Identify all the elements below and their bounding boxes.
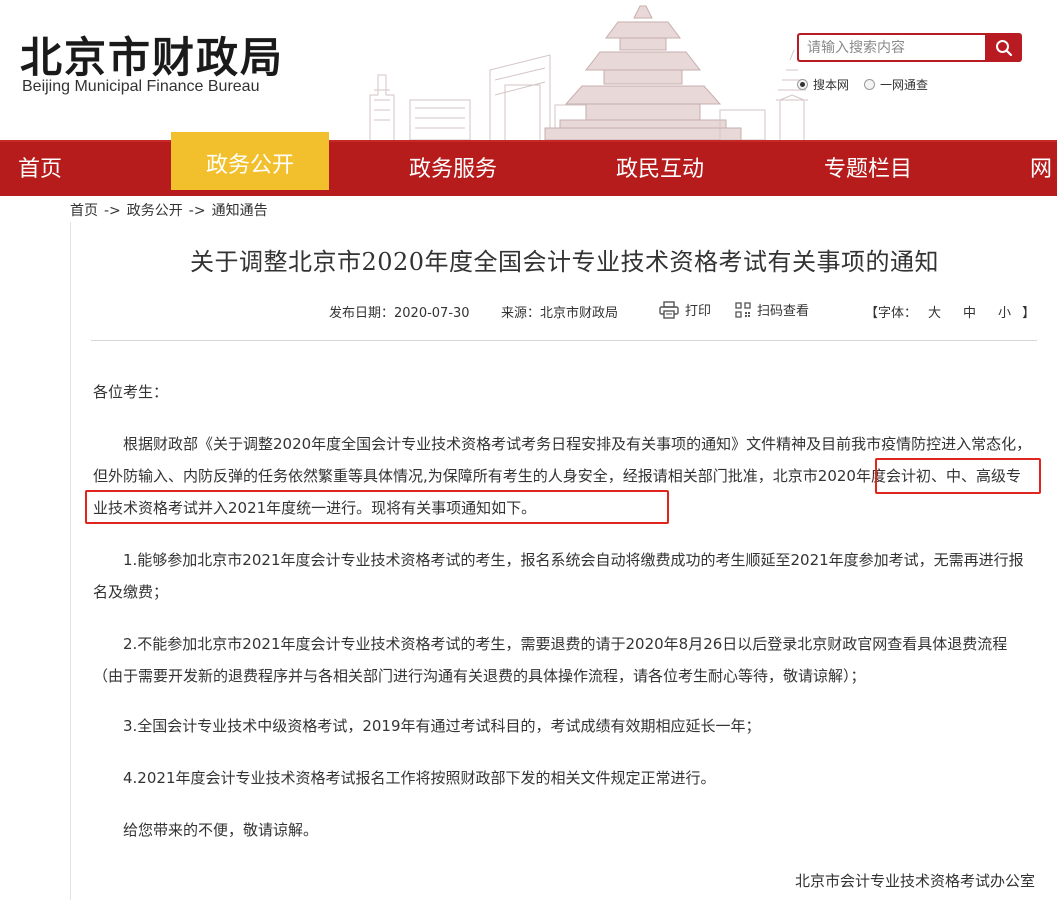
scope-label: 搜本网 [813,78,850,92]
font-size-medium[interactable]: 中 [963,306,976,321]
nav-item-services[interactable]: 政务服务 [409,142,497,198]
radio-icon [864,79,875,90]
main-nav: 首页 政务公开 政务服务 政民互动 专题栏目 网 [0,132,1057,198]
nav-item-government-affairs[interactable]: 政务公开 [171,132,329,190]
highlight-box [85,490,669,524]
paragraph-item-1: 1.能够参加北京市2021年度会计专业技术资格考试的考生，报名系统会自动将缴费成… [93,551,1024,601]
paragraph-item-4: 4.2021年度会计专业技术资格考试报名工作将按照财政部下发的相关文件规定正常进… [123,769,716,787]
scope-option-all[interactable]: 一网通查 [864,76,928,93]
breadcrumb-separator: -> [104,203,121,219]
nav-item-topics[interactable]: 专题栏目 [824,142,912,198]
article-source: 来源：北京市财政局 [501,306,619,321]
print-button[interactable]: 打印 [659,300,711,319]
qr-code-icon [735,301,751,318]
greeting: 各位考生： [93,383,169,401]
site-title[interactable]: 北京市财政局 [20,24,284,85]
skyline-illustration [369,5,808,140]
search-input[interactable] [799,35,986,60]
highlight-box [875,458,1041,494]
scope-label: 一网通查 [880,78,929,92]
site-header: 北京市财政局 Beijing Municipal Finance Bureau [0,0,1057,140]
search-icon [995,39,1012,56]
radio-selected-icon [797,79,808,90]
signature: 北京市会计专业技术资格考试办公室 [794,872,1035,890]
paragraph-item-2: 2.不能参加北京市2021年度会计专业技术资格考试的考生，需要退费的请于2020… [93,635,1008,685]
breadcrumb: 首页 -> 政务公开 -> 通知通告 [70,200,268,220]
page-title: 关于调整北京市2020年度全国会计专业技术资格考试有关事项的通知 [189,248,940,276]
font-size-control: 【字体： 大 中 小】 [865,302,1035,321]
divider [91,340,1037,341]
font-size-close: 】 [1022,306,1036,321]
font-size-small[interactable]: 小 [998,306,1011,321]
search-button[interactable] [985,33,1022,62]
print-label: 打印 [685,304,712,319]
font-size-large[interactable]: 大 [928,306,941,321]
nav-item-more[interactable]: 网 [1030,142,1052,198]
article: 关于调整北京市2020年度全国会计专业技术资格考试有关事项的通知 发布日期：20… [70,222,1057,900]
nav-item-interaction[interactable]: 政民互动 [616,142,704,198]
breadcrumb-separator: -> [188,203,206,219]
breadcrumb-government-affairs[interactable]: 政务公开 [127,203,183,219]
breadcrumb-home[interactable]: 首页 [70,203,98,219]
scan-label: 扫码查看 [757,304,810,319]
scan-qr-button[interactable]: 扫码查看 [735,300,809,319]
search-box [797,33,986,62]
printer-icon [659,300,679,319]
publish-date: 发布日期：2020-07-30 [329,306,470,321]
paragraph-item-3: 3.全国会计专业技术中级资格考试，2019年有通过考试科目的，考试成绩有效期相应… [123,717,761,735]
breadcrumb-notices[interactable]: 通知通告 [212,203,268,219]
nav-item-home[interactable]: 首页 [18,142,62,198]
site-subtitle: Beijing Municipal Finance Bureau [22,78,260,95]
font-size-label: 【字体： [865,306,918,321]
paragraph-closing: 给您带来的不便，敬请谅解。 [123,821,319,839]
scope-option-site[interactable]: 搜本网 [797,76,849,93]
